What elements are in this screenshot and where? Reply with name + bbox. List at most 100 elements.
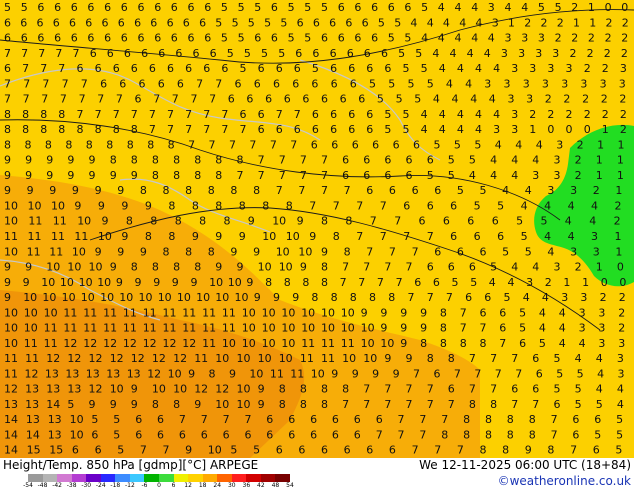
temperature-value: 11 <box>143 306 157 319</box>
temperature-value: 6 <box>344 444 351 457</box>
temperature-value: 7 <box>42 77 49 90</box>
temperature-value: 7 <box>4 93 11 106</box>
temperature-value: 12 <box>63 337 77 350</box>
temperature-value: 3 <box>579 306 586 319</box>
temperature-value: 10 <box>242 306 256 319</box>
temperature-value: 10 <box>242 322 256 335</box>
temperature-value: 13 <box>25 383 39 396</box>
temperature-value: 10 <box>60 276 74 289</box>
temperature-value: 8 <box>480 337 487 350</box>
temperature-value: 10 <box>23 291 37 304</box>
temperature-value: 8 <box>126 215 133 228</box>
temperature-value: 6 <box>294 123 301 136</box>
temperature-value: 4 <box>591 200 598 213</box>
site-credit[interactable]: ©weatheronline.co.uk <box>498 474 631 488</box>
temperature-value: 8 <box>427 352 434 365</box>
temperature-value: 2 <box>602 108 609 121</box>
temperature-value: 2 <box>563 93 570 106</box>
temperature-value: 11 <box>301 337 315 350</box>
temperature-value: 1 <box>617 169 624 182</box>
temperature-value: 6 <box>87 32 94 45</box>
temperature-value: 7 <box>356 200 363 213</box>
temperature-value: 9 <box>192 230 199 243</box>
temperature-value: 11 <box>222 322 236 335</box>
temperature-value: 7 <box>511 352 518 365</box>
temperature-value: 8 <box>441 429 448 442</box>
temperature-value: 5 <box>261 47 268 60</box>
temperature-value: 8 <box>485 413 492 426</box>
temperature-value: 6 <box>245 429 252 442</box>
temperature-value: 3 <box>617 352 624 365</box>
temperature-value: 13 <box>67 383 81 396</box>
temperature-value: 10 <box>208 444 222 457</box>
temperature-value: 10 <box>4 245 18 258</box>
temperature-value: 12 <box>173 352 187 365</box>
colorbar-tick-label: -12 <box>124 482 135 489</box>
temperature-value: 3 <box>600 77 607 90</box>
temperature-value: 10 <box>258 352 272 365</box>
temperature-value: 12 <box>131 352 145 365</box>
temperature-value: 10 <box>209 276 223 289</box>
temperature-value: 8 <box>150 215 157 228</box>
temperature-value: 8 <box>4 108 11 121</box>
temperature-value: 7 <box>258 154 265 167</box>
temperature-value: 10 <box>119 291 133 304</box>
temperature-value: 9 <box>4 276 11 289</box>
temperature-value: 4 <box>525 184 532 197</box>
temperature-value: 6 <box>95 62 102 75</box>
temperature-value: 6 <box>434 245 441 258</box>
temperature-value: 6 <box>288 413 295 426</box>
temperature-value: 8 <box>286 200 293 213</box>
colorbar-segment <box>202 474 218 482</box>
temperature-value: 6 <box>154 1 161 14</box>
temperature-value: 6 <box>118 16 125 29</box>
temperature-value: 2 <box>602 62 609 75</box>
temperature-value: 11 <box>4 367 18 380</box>
temperature-value: 8 <box>25 138 32 151</box>
temperature-value: 4 <box>488 32 495 45</box>
temperature-value: 13 <box>48 413 62 426</box>
temperature-value: 2 <box>622 16 629 29</box>
temperature-value: 6 <box>388 1 395 14</box>
temperature-value: 4 <box>475 62 482 75</box>
temperature-value: 7 <box>23 93 30 106</box>
temperature-value: 7 <box>340 276 347 289</box>
temperature-value: 11 <box>28 215 42 228</box>
temperature-value: 5 <box>541 215 548 228</box>
temperature-value: 6 <box>311 138 318 151</box>
colorbar-segment <box>188 474 204 482</box>
temperature-value: 6 <box>593 444 600 457</box>
temperature-value: 8 <box>40 123 47 136</box>
temperature-value: 6 <box>158 77 165 90</box>
temperature-value: 5 <box>21 1 28 14</box>
temperature-value: 9 <box>4 169 11 182</box>
temperature-value: 4 <box>568 230 575 243</box>
colorbar-segment <box>159 474 175 482</box>
temperature-value: 8 <box>480 444 487 457</box>
temperature-value: 6 <box>223 429 230 442</box>
temperature-value: 5 <box>594 429 601 442</box>
temperature-value: 9 <box>246 276 253 289</box>
temperature-value: 10 <box>342 352 356 365</box>
temperature-value: 11 <box>25 352 39 365</box>
temperature-value: 6 <box>350 77 357 90</box>
temperature-value: 8 <box>321 398 328 411</box>
temperature-value: 6 <box>366 184 373 197</box>
temperature-value: 0 <box>547 123 554 136</box>
temperature-value: 6 <box>310 429 317 442</box>
temperature-value: 8 <box>215 169 222 182</box>
temperature-value: 5 <box>244 47 251 60</box>
temperature-value: 7 <box>229 138 236 151</box>
temperature-value: 2 <box>547 108 554 121</box>
temperature-value: 6 <box>342 169 349 182</box>
temperature-value: 9 <box>292 291 299 304</box>
temperature-value: 8 <box>279 398 286 411</box>
temperature-value: 0 <box>584 123 591 136</box>
temperature-value: 6 <box>412 184 419 197</box>
temperature-value: 4 <box>438 1 445 14</box>
temperature-value: 4 <box>589 215 596 228</box>
temperature-value: 4 <box>502 184 509 197</box>
temperature-value: 2 <box>587 47 594 60</box>
temperature-value: 6 <box>532 352 539 365</box>
temperature-value: 7 <box>62 77 69 90</box>
